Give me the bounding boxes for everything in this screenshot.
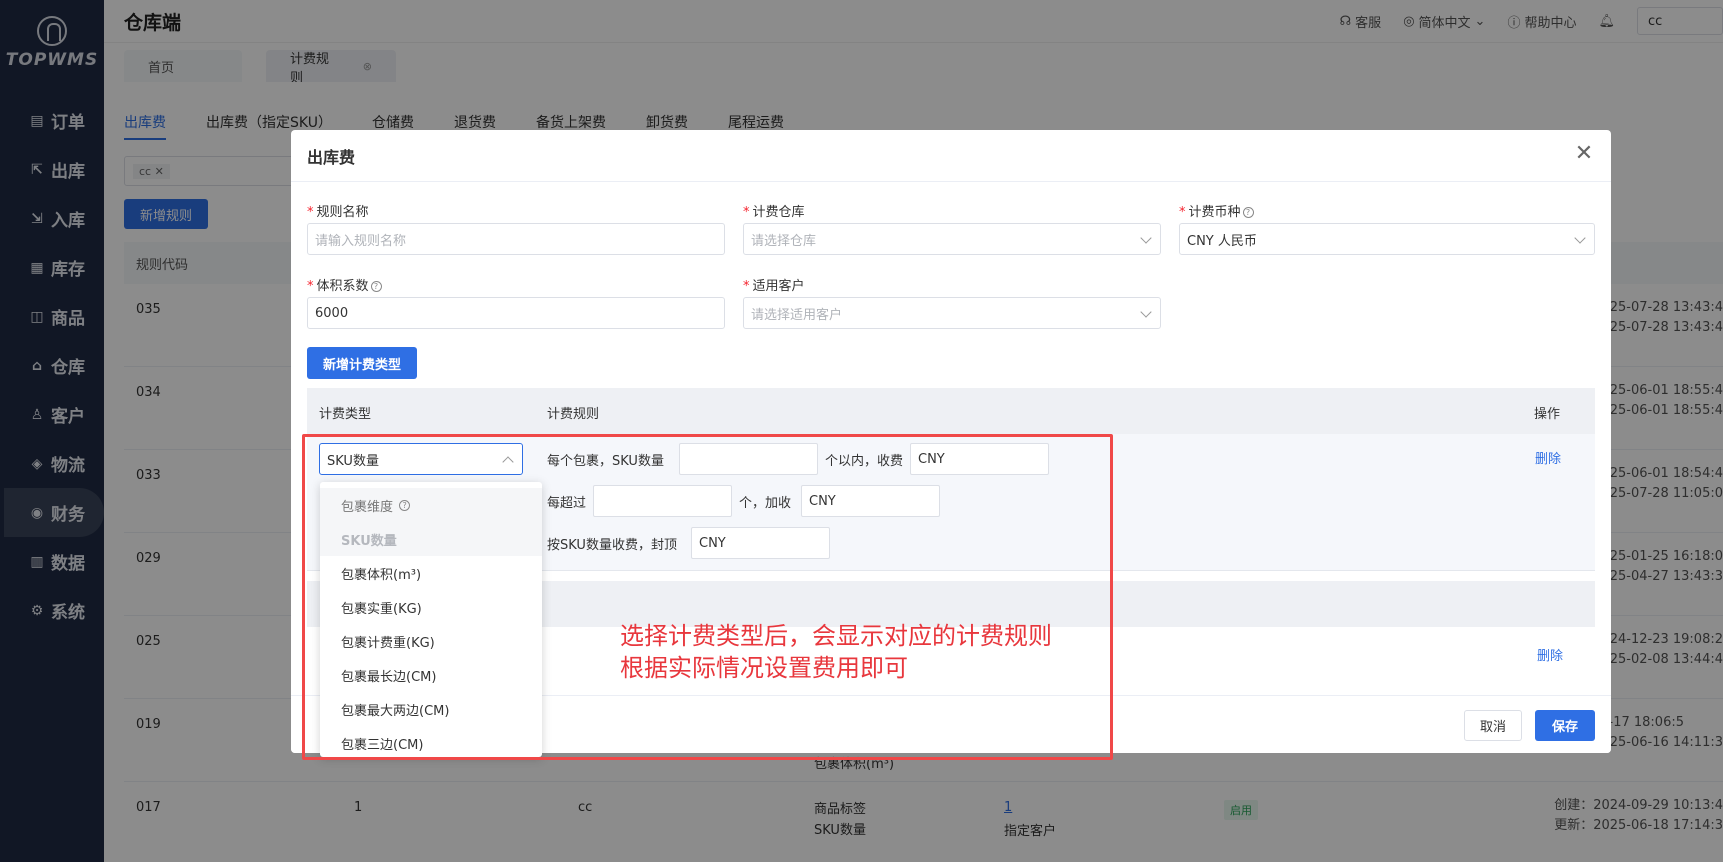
chevron-down-icon [1574, 232, 1586, 244]
currency-label: * 计费币种? [1179, 201, 1254, 220]
cancel-button[interactable]: 取消 [1464, 710, 1522, 741]
warehouse-label: * 计费仓库 [743, 205, 805, 220]
help-icon: ? [370, 281, 382, 292]
save-button[interactable]: 保存 [1535, 710, 1595, 741]
col-billing-type: 计费类型 [319, 407, 372, 422]
col-action: 操作 [1534, 407, 1561, 422]
col-billing-rule: 计费规则 [547, 407, 600, 422]
rule-name-input[interactable]: 请输入规则名称 [307, 223, 725, 255]
billing-table-header: 计费类型 计费规则 操作 [307, 388, 1595, 434]
modal-title: 出库费 [291, 130, 1611, 182]
volume-factor-input[interactable]: 6000 [307, 297, 725, 329]
warehouse-select[interactable]: 请选择仓库 [743, 223, 1161, 255]
delete-link[interactable]: 删除 [1537, 645, 1563, 664]
help-icon: ? [1242, 207, 1254, 218]
customer-select[interactable]: 请选择适用客户 [743, 297, 1161, 329]
add-billing-type-button[interactable]: 新增计费类型 [307, 347, 417, 379]
currency-select[interactable]: CNY 人民币 [1179, 223, 1595, 255]
annotation-box [302, 434, 1113, 760]
volume-factor-label: * 体积系数? [307, 275, 382, 294]
annotation-text: 选择计费类型后，会显示对应的计费规则 根据实际情况设置费用即可 [620, 622, 1052, 682]
close-icon[interactable]: ✕ [1573, 143, 1595, 166]
chevron-down-icon [1140, 232, 1152, 244]
rule-name-label: * 规则名称 [307, 205, 369, 220]
chevron-down-icon [1140, 306, 1152, 318]
delete-link[interactable]: 删除 [1535, 448, 1561, 467]
customer-label: * 适用客户 [743, 279, 805, 294]
